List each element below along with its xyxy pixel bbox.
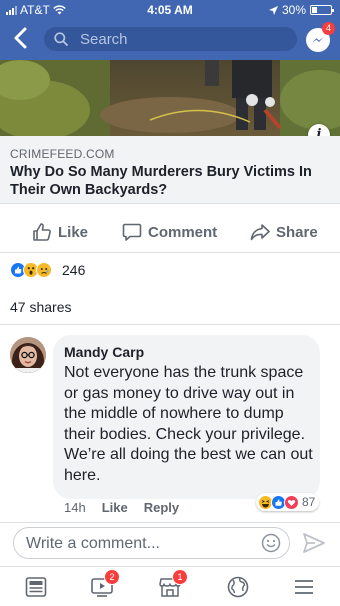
search-input[interactable]: Search — [44, 27, 297, 51]
back-chevron-icon[interactable] — [10, 26, 32, 50]
comment-input[interactable]: Write a comment... — [13, 527, 290, 559]
search-placeholder: Search — [80, 31, 128, 48]
tab-menu[interactable] — [292, 575, 316, 599]
share-arrow-icon — [250, 224, 270, 241]
comment-bubble[interactable]: Mandy Carp Not everyone has the trunk sp… — [53, 335, 320, 499]
tab-marketplace[interactable]: 1 — [158, 569, 188, 599]
search-icon — [54, 32, 68, 46]
share-button[interactable]: Share — [250, 222, 318, 242]
comment-label: Comment — [148, 223, 218, 241]
battery-fill — [312, 7, 318, 13]
comment-input-placeholder: Write a comment... — [26, 535, 160, 552]
messenger-button[interactable]: 4 — [306, 22, 335, 52]
post-reactions[interactable]: 246 — [10, 262, 85, 278]
messenger-badge: 4 — [322, 22, 335, 35]
bottom-tab-bar: 2 1 — [0, 566, 340, 606]
battery-percent: 30% — [281, 3, 306, 17]
top-bar: AT&T 4:05 AM 30% Search 4 — [0, 0, 340, 60]
share-label: Share — [276, 223, 318, 241]
comment-author[interactable]: Mandy Carp — [64, 344, 144, 360]
link-preview-image[interactable] — [0, 60, 340, 136]
status-right: 30% — [268, 3, 334, 17]
link-preview[interactable]: CRIMEFEED.COM Why Do So Many Murderers B… — [0, 136, 340, 204]
link-headline: Why Do So Many Murderers Bury Victims In… — [10, 164, 312, 198]
comment-meta: 14h Like Reply — [64, 500, 179, 515]
location-arrow-icon — [268, 5, 278, 15]
watch-badge: 2 — [104, 569, 120, 585]
emoji-icon[interactable] — [261, 533, 281, 553]
battery-icon — [310, 5, 334, 15]
post-actions: Like Comment Share — [0, 214, 340, 253]
comment-reactions[interactable]: 87 — [256, 493, 320, 511]
send-icon[interactable] — [302, 532, 326, 554]
divider — [0, 324, 340, 325]
sad-reaction-icon — [36, 262, 52, 278]
love-reaction-icon — [284, 494, 299, 510]
reaction-count: 246 — [62, 262, 86, 278]
comment-like-button[interactable]: Like — [102, 500, 128, 515]
like-label: Like — [58, 223, 89, 241]
divider — [0, 522, 340, 523]
comment-bubble-icon — [122, 223, 142, 241]
marketplace-badge: 1 — [172, 569, 188, 585]
news-feed-icon — [25, 577, 47, 597]
link-domain: CRIMEFEED.COM — [10, 147, 115, 161]
share-count[interactable]: 47 shares — [10, 299, 71, 315]
comment-text: Not everyone has the trunk space or gas … — [64, 364, 313, 484]
globe-icon — [227, 576, 249, 598]
thumbs-up-icon — [33, 223, 51, 241]
like-button[interactable]: Like — [32, 222, 88, 242]
tab-notifications[interactable] — [226, 575, 250, 599]
commenter-photo — [10, 337, 46, 373]
tab-news-feed[interactable] — [24, 575, 48, 599]
comment-reply-button[interactable]: Reply — [144, 500, 179, 515]
comment-reaction-count: 87 — [302, 495, 316, 509]
menu-icon — [295, 580, 313, 594]
tab-watch[interactable]: 2 — [90, 569, 120, 599]
comment-time: 14h — [64, 500, 86, 515]
avatar[interactable] — [10, 337, 46, 373]
comment-button[interactable]: Comment — [122, 222, 217, 242]
backyard-photo — [0, 60, 340, 136]
status-bar: AT&T 4:05 AM 30% — [0, 0, 340, 20]
